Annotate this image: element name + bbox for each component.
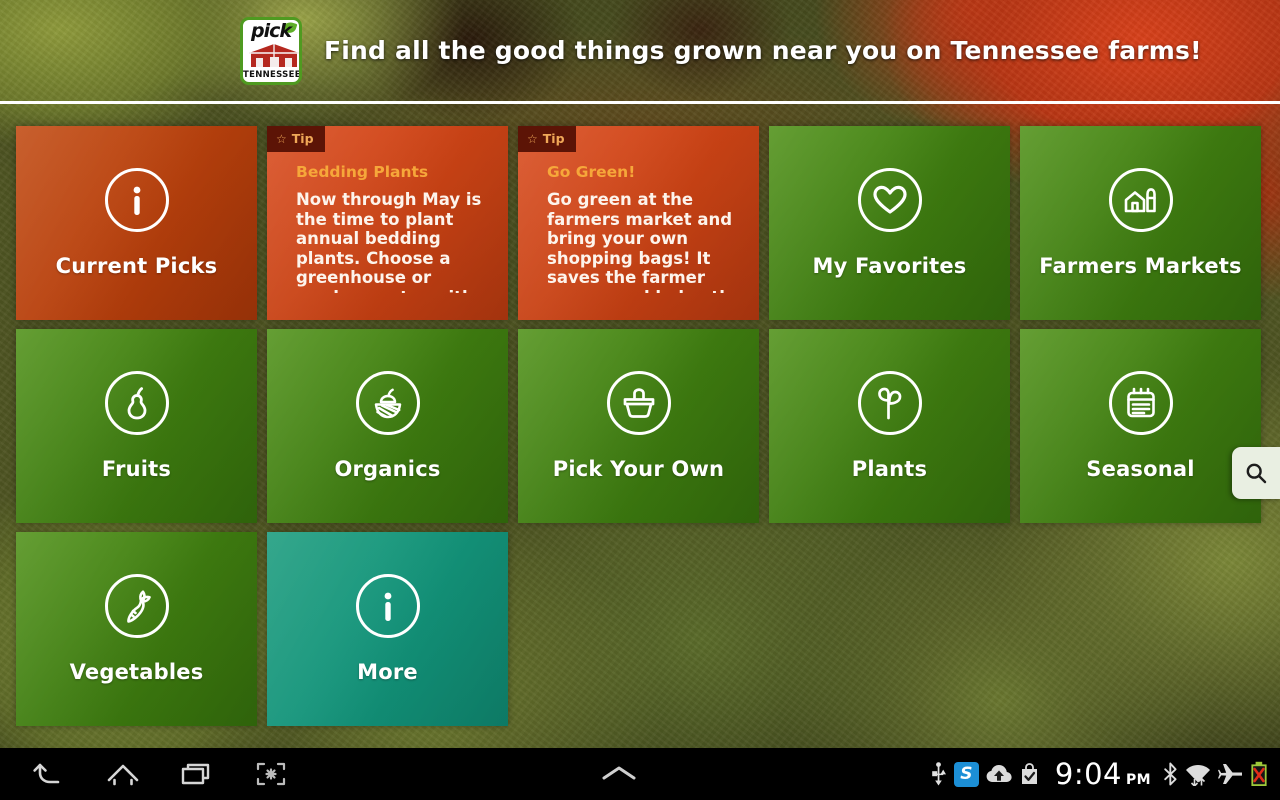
logo-word-tennessee: TENNESSEE	[243, 69, 301, 80]
wifi-icon	[1185, 762, 1211, 786]
tile-tip-go-green[interactable]: ☆ Tip Go Green! Go green at the farmers …	[518, 126, 759, 320]
clock-ampm: PM	[1126, 772, 1151, 788]
barn-silo-icon	[1108, 168, 1173, 232]
tile-my-favorites[interactable]: My Favorites	[769, 126, 1010, 320]
home-icon	[107, 764, 139, 786]
tile-farmers-markets[interactable]: Farmers Markets	[1020, 126, 1261, 320]
tile-plants[interactable]: Plants	[769, 329, 1010, 523]
screenshot-icon	[256, 762, 286, 786]
usb-icon	[930, 762, 947, 786]
tip-badge-label: Tip	[291, 131, 314, 146]
tip-title: Bedding Plants	[296, 163, 429, 181]
sprout-icon	[857, 371, 922, 435]
tile-label: My Favorites	[812, 254, 967, 278]
system-nav-buttons	[0, 748, 308, 800]
system-navigation-bar: S 9:04 PM	[0, 748, 1280, 800]
info-icon	[104, 168, 169, 232]
tile-label: More	[357, 660, 418, 684]
tile-label: Pick Your Own	[552, 457, 725, 481]
info-icon	[355, 574, 420, 638]
heart-icon	[857, 168, 922, 232]
back-arrow-icon	[33, 763, 60, 784]
search-button[interactable]	[1232, 447, 1280, 499]
tip-body: Go green at the farmers market and bring…	[547, 190, 742, 293]
system-bar-center	[308, 763, 930, 785]
tile-vegetables[interactable]: Vegetables	[16, 532, 257, 726]
bluetooth-icon	[1163, 762, 1178, 786]
tile-label: Organics	[334, 457, 441, 481]
logo-word-pick: pick	[250, 19, 292, 42]
tip-body: Now through May is the time to plant ann…	[296, 190, 482, 293]
star-icon: ☆	[276, 131, 287, 146]
status-clock: 9:04 PM	[1055, 757, 1151, 791]
tile-label: Farmers Markets	[1039, 254, 1242, 278]
status-icons: S 9:04 PM	[930, 757, 1280, 791]
tile-organics[interactable]: Organics	[267, 329, 508, 523]
basket-icon	[606, 371, 671, 435]
tile-tip-bedding-plants[interactable]: ☆ Tip Bedding Plants Now through May is …	[267, 126, 508, 320]
app-header: pick TENNESSEE Find all the good things …	[0, 0, 1280, 104]
tile-seasonal[interactable]: Seasonal	[1020, 329, 1261, 523]
tile-current-picks[interactable]: Current Picks	[16, 126, 257, 320]
pear-icon	[104, 371, 169, 435]
tip-badge: ☆ Tip	[267, 126, 325, 152]
search-icon	[1246, 463, 1267, 484]
cloud-upload-icon	[986, 764, 1012, 784]
recent-apps-icon	[181, 763, 210, 785]
screenshot-button[interactable]	[234, 748, 308, 800]
tile-label: Plants	[851, 457, 928, 481]
logo-barn-icon	[249, 43, 299, 67]
tile-label: Current Picks	[55, 254, 218, 278]
airplane-mode-icon	[1218, 763, 1243, 785]
header-headline: Find all the good things grown near you …	[324, 36, 1202, 65]
tile-grid: Current Picks ☆ Tip Bedding Plants Now t…	[16, 126, 1264, 726]
chevron-up-icon[interactable]	[600, 763, 638, 785]
tile-fruits[interactable]: Fruits	[16, 329, 257, 523]
calendar-icon	[1108, 371, 1173, 435]
back-button[interactable]	[12, 748, 86, 800]
bag-check-icon	[1019, 763, 1040, 785]
star-icon: ☆	[527, 131, 538, 146]
tip-badge: ☆ Tip	[518, 126, 576, 152]
tile-label: Fruits	[101, 457, 172, 481]
organic-field-icon	[355, 371, 420, 435]
tip-title: Go Green!	[547, 163, 636, 181]
tip-badge-label: Tip	[542, 131, 565, 146]
app-root: pick TENNESSEE Find all the good things …	[0, 0, 1280, 800]
tile-label: Seasonal	[1086, 457, 1195, 481]
home-button[interactable]	[86, 748, 160, 800]
skype-icon: S	[953, 761, 979, 787]
tile-pick-your-own[interactable]: Pick Your Own	[518, 329, 759, 523]
tile-label: Vegetables	[69, 660, 204, 684]
clock-time: 9:04	[1054, 757, 1122, 791]
carrot-icon	[104, 574, 169, 638]
tile-more[interactable]: More	[267, 532, 508, 726]
battery-error-icon	[1250, 761, 1268, 787]
pick-tennessee-logo[interactable]: pick TENNESSEE	[240, 16, 302, 85]
recent-apps-button[interactable]	[160, 748, 234, 800]
